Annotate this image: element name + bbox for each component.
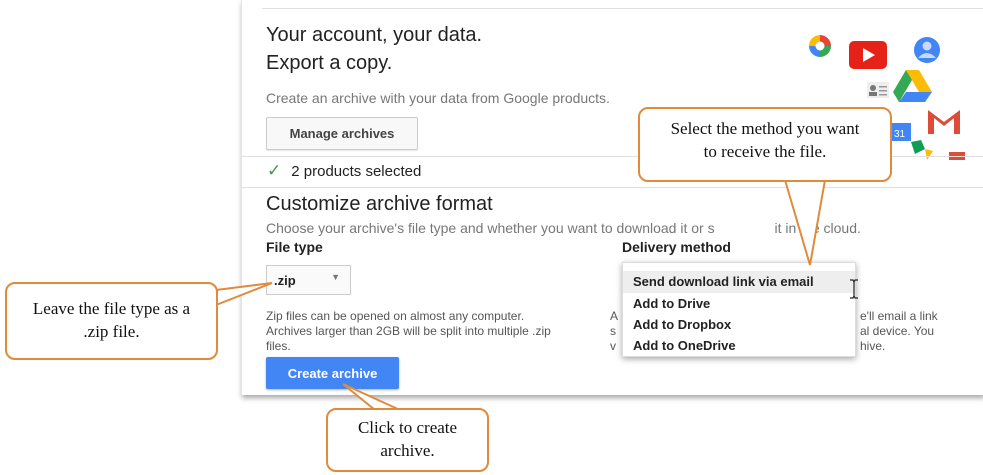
calendar-icon: 31 (891, 123, 911, 141)
customize-heading: Customize archive format (266, 193, 493, 215)
create-archive-button[interactable]: Create archive (266, 357, 399, 389)
drive-icon (893, 70, 932, 102)
file-type-help-line3: files. (266, 339, 291, 353)
file-type-label: File type (266, 239, 323, 255)
file-type-select[interactable]: .zip ▼ (266, 265, 351, 295)
delivery-help-left-char2: v (610, 339, 616, 353)
callout-delivery: Select the method you want to receive th… (638, 107, 892, 182)
page-title-line2: Export a copy. (266, 52, 393, 74)
photos-icon (809, 35, 831, 57)
delivery-help-right-line3: hive. (860, 339, 886, 353)
youtube-icon (849, 41, 887, 69)
page-title-line1: Your account, your data. (266, 24, 483, 46)
customize-description-text: Choose your archive's file type and whet… (266, 220, 715, 236)
products-selected-row[interactable]: ✓ 2 products selected (267, 161, 421, 181)
manage-archives-button[interactable]: Manage archives (266, 117, 418, 150)
page-subtitle: Create an archive with your data from Go… (266, 90, 610, 106)
delivery-help-mid: s (610, 324, 616, 338)
products-divider-bottom (241, 187, 983, 188)
delivery-help-right-line2: al device. You (860, 324, 935, 338)
file-type-help: Zip files can be opened on almost any co… (266, 309, 616, 354)
delivery-method-label: Delivery method (622, 239, 731, 255)
checkmark-icon: ✓ (267, 161, 282, 180)
callout-create: Click to create archive. (326, 408, 489, 472)
products-selected-label: 2 products selected (291, 162, 422, 180)
callout-file-type: Leave the file type as a .zip file. (5, 282, 218, 360)
file-type-help-line1: Zip files can be opened on almost any co… (266, 309, 525, 323)
top-divider (262, 8, 983, 9)
delivery-method-dropdown[interactable]: Send download link via email Add to Driv… (622, 262, 856, 357)
delivery-help-left-char: A (610, 309, 619, 323)
tasks-icon (867, 82, 889, 98)
file-type-help-line2: Archives larger than 2GB will be split i… (266, 324, 551, 338)
gmail-icon (927, 110, 961, 134)
ibeam-cursor-icon (849, 279, 859, 304)
svg-text:31: 31 (894, 129, 906, 140)
hangouts-icon (911, 140, 965, 160)
page-title: Your account, your data. Export a copy. (266, 22, 482, 76)
customize-description-tail: it in the cloud. (774, 220, 861, 236)
delivery-option-dropbox[interactable]: Add to Dropbox (623, 314, 855, 336)
delivery-help-right: e'll email a link al device. You hive. (860, 309, 938, 354)
delivery-option-onedrive[interactable]: Add to OneDrive (623, 335, 855, 357)
delivery-option-drive[interactable]: Add to Drive (623, 293, 855, 315)
contacts-icon (914, 37, 940, 63)
file-type-value: .zip (274, 273, 296, 288)
customize-description: Choose your archive's file type and whet… (266, 220, 861, 236)
delivery-option-email[interactable]: Send download link via email (623, 271, 855, 293)
delivery-help-right-line1: e'll email a link (860, 309, 938, 323)
caret-down-icon: ▼ (331, 272, 340, 282)
